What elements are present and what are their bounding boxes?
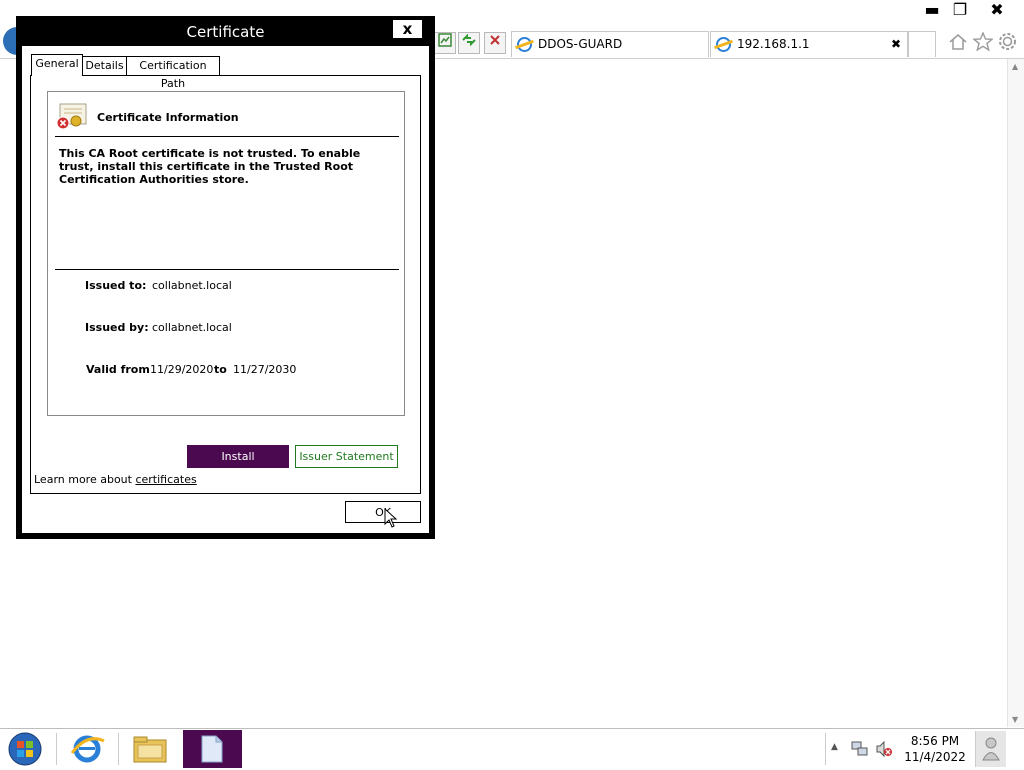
- separator: [55, 136, 399, 137]
- compat-view-icon[interactable]: [434, 32, 456, 54]
- tab-ddos-guard[interactable]: DDOS-GUARD: [511, 31, 709, 57]
- favorites-star-icon[interactable]: [972, 31, 994, 54]
- close-window-button[interactable]: ✖: [983, 0, 1011, 22]
- info-heading: Certificate Information: [97, 111, 239, 124]
- new-tab-button[interactable]: [908, 31, 936, 57]
- vertical-scrollbar[interactable]: ▲ ▼: [1007, 59, 1024, 727]
- dialog-client-area: General Details Certification Path Certi…: [22, 46, 429, 533]
- show-hidden-icons[interactable]: ▲: [831, 742, 838, 752]
- issued-by-label: Issued by:: [85, 321, 149, 334]
- scroll-down-icon[interactable]: ▼: [1012, 715, 1018, 724]
- issued-by-value: collabnet.local: [152, 321, 232, 334]
- clock-time: 8:56 PM: [910, 734, 960, 748]
- valid-to-value: 11/27/2030: [233, 363, 297, 376]
- show-desktop-button[interactable]: [975, 731, 1006, 767]
- mouse-cursor-icon: [384, 507, 398, 531]
- certificates-link[interactable]: certificates: [135, 473, 196, 486]
- tab-certification-path[interactable]: Certification Path: [126, 56, 220, 90]
- taskbar: ▲ 8:56 PM 11/4/2022: [0, 728, 1024, 768]
- certificate-dialog: Certificate x General Details Certificat…: [16, 16, 435, 539]
- issued-to-value: collabnet.local: [152, 279, 232, 292]
- learn-more-text: Learn more about certificates: [34, 473, 197, 486]
- issuer-statement-button[interactable]: Issuer Statement: [295, 445, 398, 468]
- tab-192-168-1-1[interactable]: 192.168.1.1 ✖: [710, 31, 908, 57]
- ie-icon: [716, 37, 731, 52]
- volume-muted-icon[interactable]: [875, 740, 893, 761]
- tab-label: DDOS-GUARD: [538, 37, 623, 51]
- valid-from-label: Valid from: [86, 363, 150, 376]
- issued-to-label: Issued to:: [85, 279, 147, 292]
- clock-date: 11/4/2022: [904, 750, 966, 764]
- valid-to-label: to: [214, 363, 227, 376]
- taskbar-separator: [825, 733, 826, 765]
- learn-more-prefix: Learn more about: [34, 473, 136, 486]
- trust-warning-text: This CA Root certificate is not trusted.…: [59, 147, 361, 186]
- general-tab-panel: Certificate Information This CA Root cer…: [30, 75, 421, 494]
- tools-gear-icon[interactable]: [998, 32, 1017, 54]
- system-clock[interactable]: 8:56 PM 11/4/2022: [900, 733, 970, 765]
- minimize-button[interactable]: ▬: [918, 0, 946, 22]
- taskbar-separator: [56, 733, 57, 765]
- taskbar-active-item[interactable]: [183, 730, 242, 768]
- scroll-up-icon[interactable]: ▲: [1012, 62, 1018, 71]
- certificate-untrusted-icon: [56, 103, 87, 130]
- taskbar-ie-icon[interactable]: [66, 731, 108, 767]
- install-certificate-button[interactable]: Install Certificate...: [187, 445, 289, 484]
- ok-button[interactable]: OK: [345, 501, 421, 523]
- tab-details[interactable]: Details: [82, 56, 127, 75]
- separator: [55, 269, 399, 270]
- tab-label: 192.168.1.1: [737, 37, 810, 51]
- dialog-close-button[interactable]: x: [392, 19, 423, 39]
- certificate-info-box: Certificate Information This CA Root cer…: [47, 91, 405, 416]
- tab-general[interactable]: General: [31, 54, 83, 76]
- network-icon[interactable]: [851, 740, 869, 761]
- ie-icon: [517, 37, 532, 52]
- taskbar-separator: [118, 733, 119, 765]
- restore-button[interactable]: ❐: [946, 0, 974, 22]
- valid-from-value: 11/29/2020: [150, 363, 214, 376]
- close-tab-icon[interactable]: ✖: [891, 32, 901, 56]
- stop-icon[interactable]: [484, 32, 506, 54]
- dialog-title: Certificate: [186, 23, 265, 41]
- taskbar-explorer-icon[interactable]: [128, 731, 172, 767]
- home-icon[interactable]: [948, 33, 968, 54]
- refresh-icon[interactable]: [458, 32, 480, 54]
- start-button[interactable]: [6, 731, 44, 767]
